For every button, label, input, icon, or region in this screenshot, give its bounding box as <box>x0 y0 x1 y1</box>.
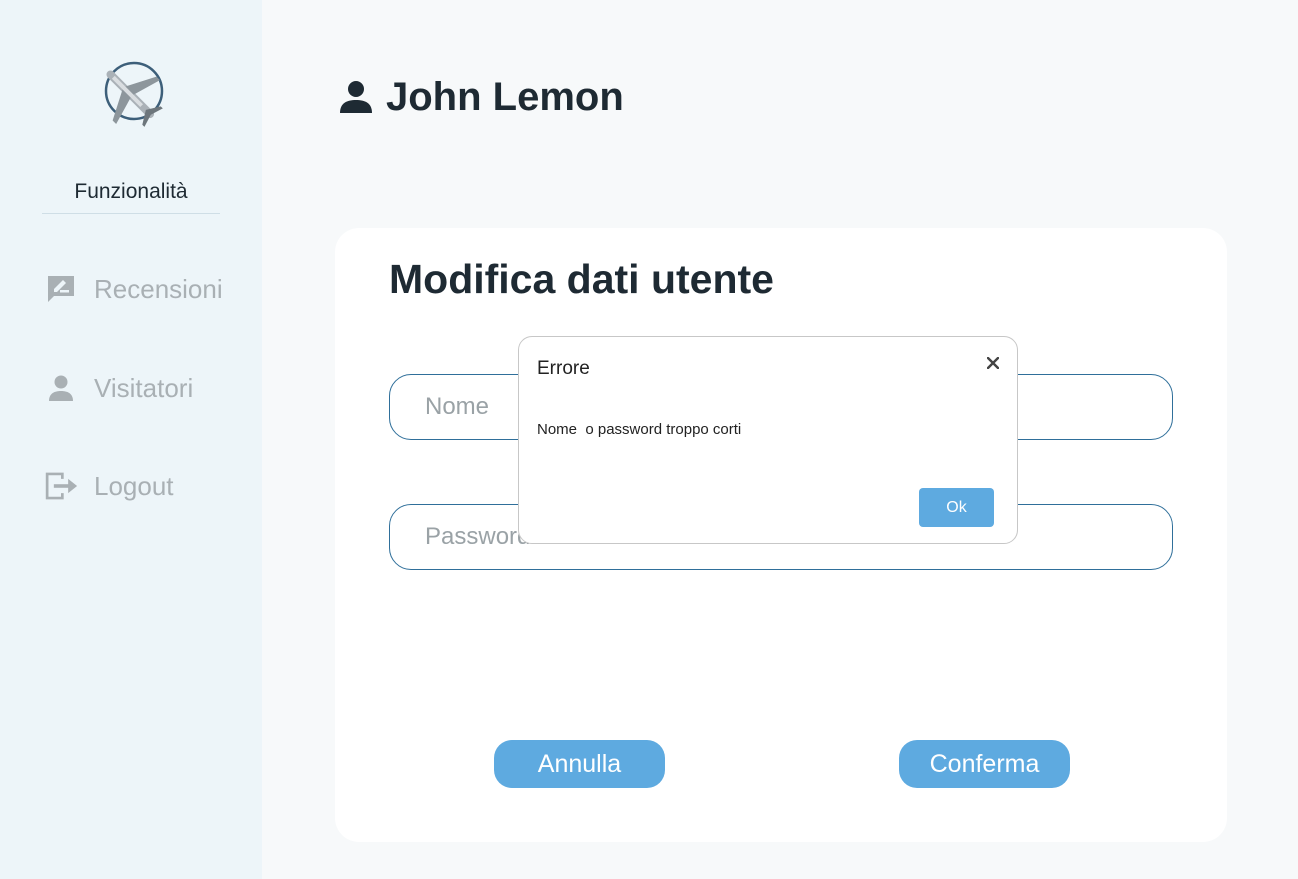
logout-icon <box>44 469 78 503</box>
error-dialog: Errore Nome o password troppo corti Ok <box>518 336 1018 544</box>
dialog-message: Nome o password troppo corti <box>537 421 742 438</box>
name-placeholder: Nome <box>425 393 490 420</box>
confirm-button[interactable]: Conferma <box>899 740 1070 788</box>
rate-review-icon <box>44 272 78 306</box>
user-icon <box>338 79 374 115</box>
sidebar: Funzionalità Recensioni Visitatori Logou… <box>0 0 262 879</box>
ok-button[interactable]: Ok <box>919 488 994 527</box>
sidebar-item-logout[interactable]: Logout <box>44 466 174 506</box>
close-icon[interactable] <box>983 353 1003 373</box>
airplane-logo-icon <box>96 60 166 130</box>
dialog-title: Errore <box>537 358 590 379</box>
sidebar-item-label: Recensioni <box>94 273 223 304</box>
sidebar-item-label: Logout <box>94 470 174 501</box>
sidebar-item-recensioni[interactable]: Recensioni <box>44 269 223 309</box>
card-title: Modifica dati utente <box>389 256 774 302</box>
sidebar-item-label: Visitatori <box>94 372 194 403</box>
sidebar-item-visitatori[interactable]: Visitatori <box>44 368 193 408</box>
sidebar-heading: Funzionalità <box>42 180 220 214</box>
person-icon <box>44 371 78 405</box>
cancel-button[interactable]: Annulla <box>494 740 665 788</box>
user-name: John Lemon <box>386 74 624 119</box>
page-header: John Lemon <box>338 70 624 124</box>
